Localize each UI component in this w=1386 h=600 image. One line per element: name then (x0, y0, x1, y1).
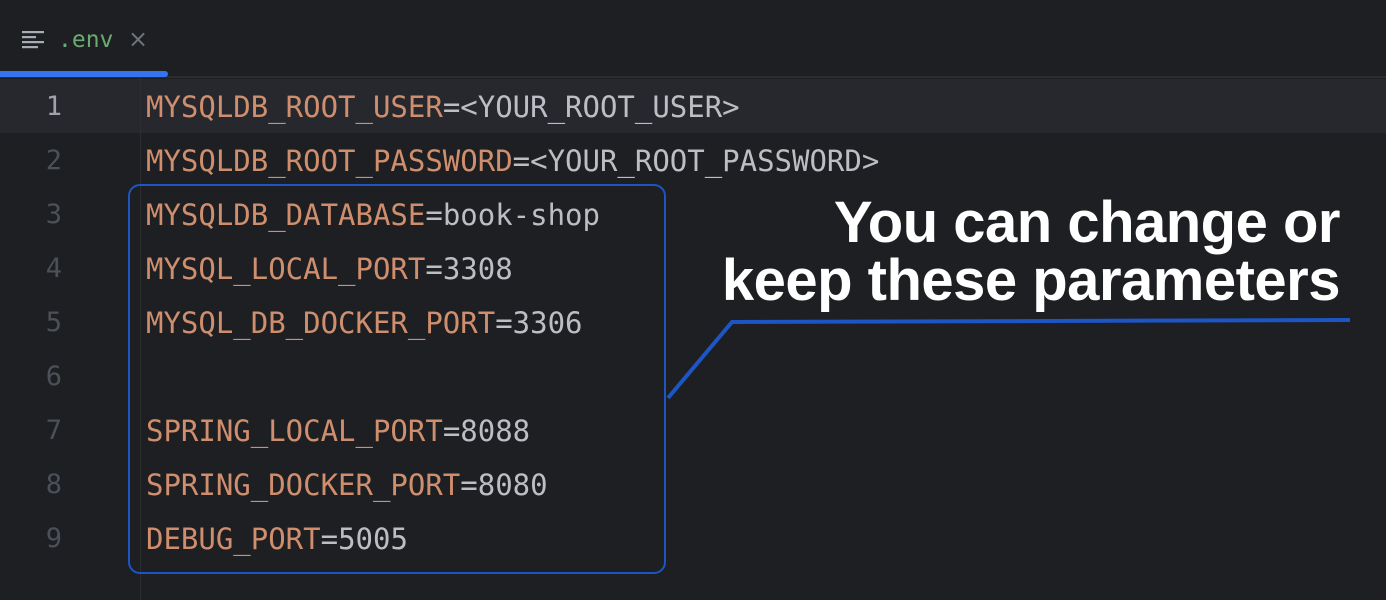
line-number: 5 (45, 307, 62, 338)
active-tab-indicator (0, 71, 168, 77)
line-number: 1 (45, 91, 62, 122)
line-number: 9 (45, 523, 62, 554)
equals-sign: = (442, 90, 461, 124)
annotation-line-2: keep these parameters (721, 248, 1341, 313)
close-icon[interactable]: × (128, 24, 148, 54)
code-text: MYSQLDB_ROOT_USER=<YOUR_ROOT_USER> (146, 80, 740, 134)
annotation-line-1: You can change or (833, 190, 1341, 255)
line-number: 8 (45, 469, 62, 500)
tab-label: .env (58, 27, 114, 53)
env-value: <YOUR_ROOT_USER> (460, 90, 740, 124)
env-key: MYSQLDB_ROOT_PASSWORD (146, 144, 513, 178)
line-number: 6 (45, 361, 62, 392)
highlight-box (128, 184, 666, 574)
env-value: <YOUR_ROOT_PASSWORD> (530, 144, 880, 178)
line-number: 3 (45, 199, 62, 230)
tab-env-file[interactable]: .env × (0, 0, 168, 78)
annotation-text: You can change or keep these parameters (680, 190, 1341, 313)
text-file-icon (22, 31, 44, 49)
equals-sign: = (512, 144, 531, 178)
code-line[interactable]: 2 MYSQLDB_ROOT_PASSWORD=<YOUR_ROOT_PASSWO… (0, 134, 1386, 188)
env-key: MYSQLDB_ROOT_USER (146, 90, 443, 124)
code-line[interactable]: 1 MYSQLDB_ROOT_USER=<YOUR_ROOT_USER> (0, 80, 1386, 134)
line-number: 2 (45, 145, 62, 176)
line-number: 4 (45, 253, 62, 284)
editor-tab-bar: .env × (0, 0, 1386, 78)
code-text: MYSQLDB_ROOT_PASSWORD=<YOUR_ROOT_PASSWOR… (146, 134, 879, 188)
line-number: 7 (45, 415, 62, 446)
